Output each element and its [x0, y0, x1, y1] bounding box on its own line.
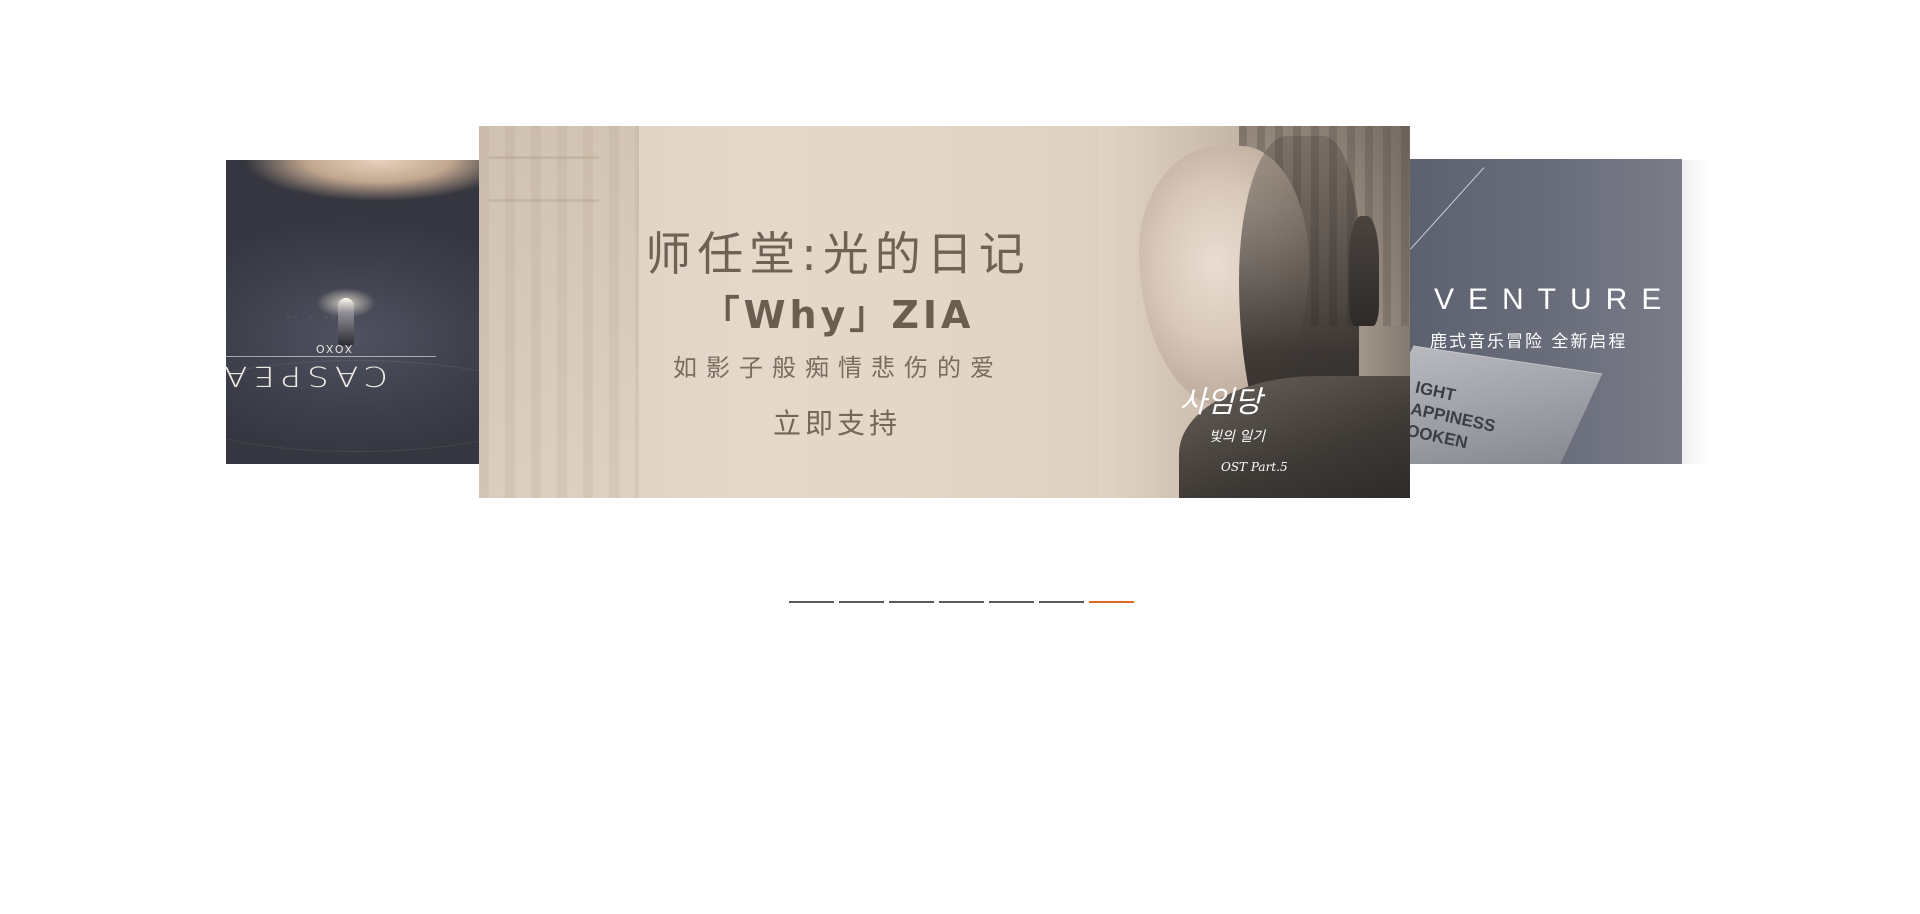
ost-part-label: OST Part.5: [1221, 460, 1288, 474]
carousel-slide-next[interactable]: IGHT APPINESS OOKEN VENTURE 鹿式音乐冒险 全新启程: [1410, 159, 1682, 464]
slide-song-title: 「Why」ZIA: [701, 293, 975, 337]
banner-carousel: ·· · ·· · XOXO CASPEA IGHT APPINESS OOKE…: [0, 0, 1920, 914]
ost-logo-subtitle: 빛의 일기: [1209, 429, 1265, 445]
pagination-dot-4[interactable]: [939, 601, 984, 611]
pagination-dot-1[interactable]: [789, 601, 834, 611]
slide-left-small-text: XOXO: [314, 342, 353, 355]
slide-left-title: CASPEA: [226, 360, 388, 392]
slide-right-subtitle: 鹿式音乐冒险 全新启程: [1430, 332, 1628, 352]
standing-figure-shape: [1349, 216, 1379, 326]
pagination-dot-7[interactable]: [1089, 601, 1134, 611]
slide-right-title: VENTURE: [1434, 283, 1676, 316]
pagination-dot-6[interactable]: [1039, 601, 1084, 611]
pagination-dot-5[interactable]: [989, 601, 1034, 611]
pagination-dot-2[interactable]: [839, 601, 884, 611]
slide-headline: 师任堂:光的日记: [645, 227, 1031, 281]
carousel-slide-active[interactable]: 师任堂:光的日记 「Why」ZIA 如影子般痴情悲伤的爱 立即支持 사임당 빛의…: [479, 126, 1410, 498]
carousel-slide-previous[interactable]: ·· · ·· · XOXO CASPEA: [226, 160, 480, 464]
architecture-detail: [489, 156, 599, 202]
slide-tagline: 如影子般痴情悲伤的爱: [673, 354, 1003, 382]
record-spindle-shape: [338, 298, 354, 346]
slide-left-divider: [226, 356, 436, 357]
support-now-button[interactable]: 立即支持: [757, 402, 917, 442]
pagination-dot-3[interactable]: [889, 601, 934, 611]
diagonal-line: [1410, 167, 1485, 250]
carousel-pagination: [789, 601, 1134, 611]
carousel-edge-fade: [1682, 160, 1710, 464]
ost-logo-text: 사임당: [1179, 385, 1262, 420]
